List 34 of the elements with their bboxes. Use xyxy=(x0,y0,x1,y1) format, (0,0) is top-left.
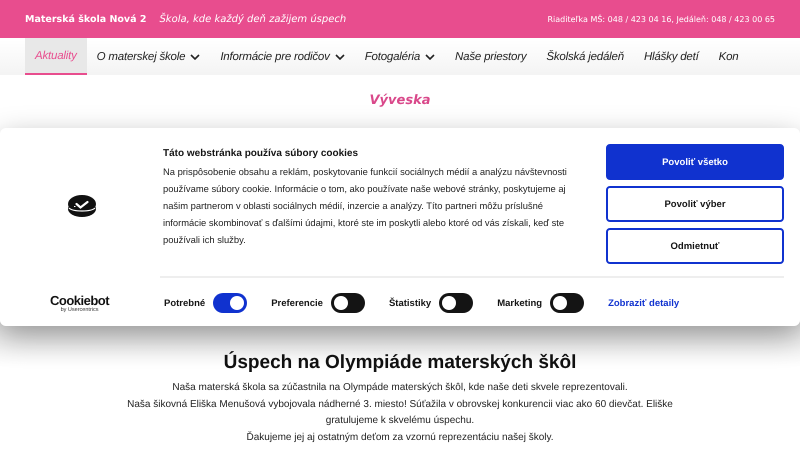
nav-item[interactable]: Kon xyxy=(708,38,738,75)
article-paragraph: Ďakujeme jej aj ostatným deťom za vzornú reprezentáciu našej školy. xyxy=(245,430,555,444)
caret-icon xyxy=(190,54,200,60)
caret-icon xyxy=(425,54,436,60)
article-paragraph: Naša šikovná Eliška Menušová vybojovala nádherné 3. miesto! Súťažila v obrovskej konkurencii viac ako 60 dievčat. Eliške gratulujeme k skvelému úspechu. xyxy=(126,398,674,428)
cookie-text: Na prispôsobenie obsahu a reklám, poskytovanie funkcií sociálnych médií a analýzu návštevnosti používame súbory cookie. Informácie o tom, ako používate naše webové stránky, poskytujeme aj našim partnerom v oblasti sociálnych médií, inzercie a analýzy. Títo partneri môžu príslušné informácie skombinovať s ďalšími údajmi, ktoré ste im poskytli alebo ktoré od vás získali, keď ste používali ich služby. xyxy=(163,165,568,247)
cookie-check-icon xyxy=(66,194,96,218)
nav-item[interactable]: Školská jedáleň xyxy=(536,38,634,75)
article-heading: Úspech na Olympiáde materských škôl xyxy=(222,352,578,374)
toggle-label: Marketing xyxy=(497,298,542,308)
nav-item[interactable]: Informácie pre rodičov xyxy=(210,38,355,75)
toggle-switch[interactable] xyxy=(550,293,584,313)
toggle-label: Preferencie xyxy=(271,298,323,308)
consent-button[interactable]: Povoliť výber xyxy=(606,186,784,222)
page-title: Výveska xyxy=(368,92,432,110)
toggle-label: Štatistiky xyxy=(388,298,432,308)
nav-item[interactable]: Fotogaléria xyxy=(354,38,446,75)
school-name[interactable]: Materská škola Nová 2 xyxy=(25,14,146,24)
contact-info: Riaditeľka MŠ: 048 / 423 04 16, Jedáleň: 048 / 423 00 65 xyxy=(547,14,775,24)
cookie-title: Táto webstránka používa súbory cookies xyxy=(163,148,360,159)
toggle-switch[interactable] xyxy=(330,293,365,313)
nav-item[interactable]: Naše priestory xyxy=(445,38,536,75)
details-link[interactable]: Zobraziť detaily xyxy=(608,298,680,308)
school-motto: Škola, kde každý deň zažijem úspech xyxy=(159,14,346,24)
toggle-switch[interactable] xyxy=(439,293,474,313)
toggle-label: Potrebné xyxy=(164,298,206,308)
cookiebot-logo: Cookiebot xyxy=(50,294,110,306)
consent-button[interactable]: Odmietnuť xyxy=(606,228,784,264)
nav-item[interactable]: Hlášky detí xyxy=(634,38,709,75)
caret-icon xyxy=(334,54,345,60)
toggle-switch[interactable] xyxy=(213,293,248,313)
nav-item[interactable]: O materskej škole xyxy=(86,38,210,75)
consent-button[interactable]: Povoliť všetko xyxy=(606,144,784,180)
article-paragraph: Naša materská škola sa zúčastnila na Olympáde materských škôl, kde naše deti skvele reprezentovali. xyxy=(171,381,629,395)
